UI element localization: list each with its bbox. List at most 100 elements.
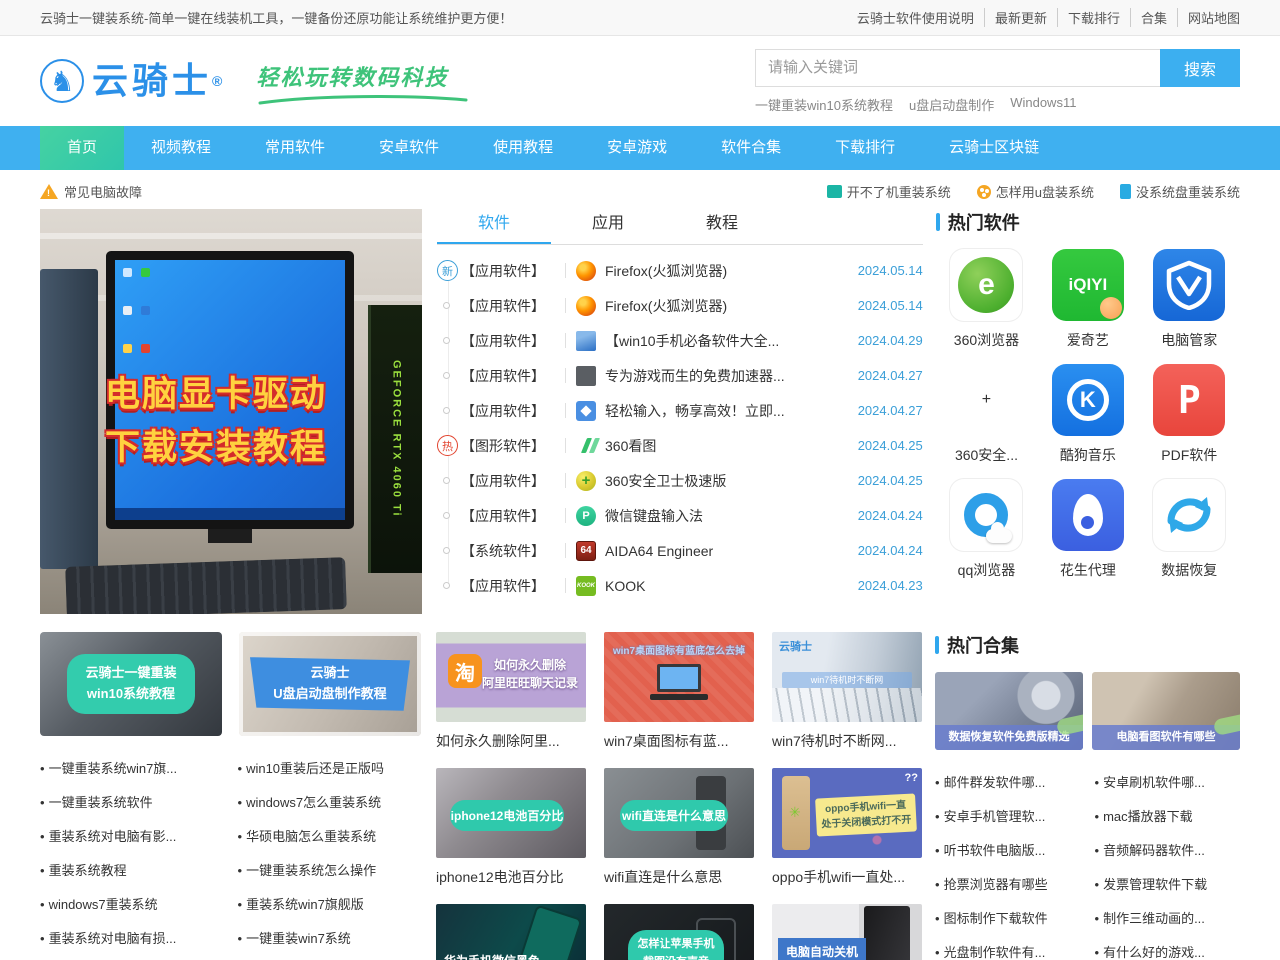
link-item[interactable]: 音频解码器软件... [1095,840,1241,859]
quicklink-cannot-boot[interactable]: 开不了机重装系统 [827,182,951,201]
timeline-dot [443,337,450,344]
video-card-huawei-dark-mode[interactable]: 华为手机微信黑色模式怎么取消 [436,904,586,960]
link-item[interactable]: 重装系统对电脑有损... [40,928,224,947]
nav-item-video-tutorials[interactable]: 视频教程 [124,126,238,170]
link-item[interactable]: windows7重装系统 [40,894,224,913]
topbar-link-rank[interactable]: 下载排行 [1058,8,1131,27]
software-row[interactable]: 【系统软件】 64 AIDA64 Engineer 2024.04.24 [437,533,923,568]
tab-software[interactable]: 软件 [437,209,551,244]
qq-browser-icon [950,479,1022,551]
video-caption: oppo手机wifi一直处... [772,867,922,887]
tab-tutorials[interactable]: 教程 [665,209,779,244]
app-kugou-music[interactable]: K 酷狗音乐 [1037,364,1138,465]
nav-item-android-games[interactable]: 安卓游戏 [580,126,694,170]
video-card-wifi-direct[interactable]: wifi直连是什么意思 wifi直连是什么意思 [604,768,754,904]
hero-video-banner[interactable]: GEFORCE RTX 4060 Ti 电脑显卡驱动 下载安装教程 [40,209,422,614]
link-item[interactable]: mac播放器下载 [1095,806,1241,825]
link-item[interactable]: 重装系统对电脑有影... [40,826,224,845]
software-row[interactable]: 热 【图形软件】 360看图 2024.04.25 [437,428,923,463]
360-browser-icon: e [950,249,1022,321]
app-360-security[interactable]: + 360安全... [936,364,1037,465]
app-iqiyi[interactable]: iQIYI 爱奇艺 [1037,249,1138,350]
nav-item-software-collections[interactable]: 软件合集 [694,126,808,170]
link-item[interactable]: windows7怎么重装系统 [238,792,422,811]
nav-item-android-software[interactable]: 安卓软件 [352,126,466,170]
tutorial-card-win10-reinstall[interactable]: 云骑士一键重装 win10系统教程 [40,632,222,736]
collection-card-image-viewers[interactable]: 电脑看图软件有哪些 [1092,672,1240,750]
hot-keywords: 一键重装win10系统教程 u盘启动盘制作 Windows11 [755,95,1240,114]
software-row[interactable]: 新 【应用软件】 Firefox(火狐浏览器) 2024.05.14 [437,253,923,288]
nav-item-download-rank[interactable]: 下载排行 [808,126,922,170]
software-row[interactable]: 【应用软件】 专为游戏而生的免费加速器... 2024.04.27 [437,358,923,393]
software-row[interactable]: 【应用软件】 P 微信键盘输入法 2024.04.24 [437,498,923,533]
hot-keyword-2[interactable]: u盘启动盘制作 [909,95,994,114]
thumb-overlay-text: 如何永久删除阿里旺旺聊天记录 [482,656,578,692]
quicklink-usb-install[interactable]: 怎样用u盘装系统 [977,182,1094,201]
link-item[interactable]: 一键重装系统软件 [40,792,224,811]
link-item[interactable]: 安卓刷机软件哪... [1095,772,1241,791]
video-card-oppo-wifi[interactable]: ?? oppo手机wifi一直处于关闭模式打不开 oppo手机wifi一直处..… [772,768,922,904]
link-item[interactable]: 一键重装系统怎么操作 [238,860,422,879]
topbar-link-help[interactable]: 云骑士软件使用说明 [847,8,985,27]
app-pdf-software[interactable]: P PDF软件 [1139,364,1240,465]
collection-card-data-recovery[interactable]: 数据恢复软件免费版精选 [935,672,1083,750]
nav-item-blockchain[interactable]: 云骑士区块链 [922,126,1066,170]
video-caption: 如何永久删除阿里... [436,731,586,751]
link-item[interactable]: win10重装后还是正版吗 [238,758,422,777]
common-faults-link[interactable]: ! 常见电脑故障 [40,182,142,201]
search-button[interactable]: 搜索 [1160,49,1240,87]
quicklink-no-system-disk[interactable]: 没系统盘重装系统 [1120,182,1240,201]
game-booster-icon [576,366,596,386]
link-item[interactable]: 华硕电脑怎么重装系统 [238,826,422,845]
brand-watermark: 云骑士 [779,638,812,654]
link-item[interactable]: 听书软件电脑版... [935,840,1081,859]
app-pc-manager[interactable]: 电脑管家 [1139,249,1240,350]
software-row[interactable]: 【应用软件】 轻松输入，畅享高效！立即... 2024.04.27 [437,393,923,428]
firefox-icon [576,296,596,316]
nav-item-home[interactable]: 首页 [40,126,124,170]
taobao-icon: 淘 [448,654,482,688]
site-logo[interactable]: ♞ 云骑士® [40,57,226,105]
shelf-decor [40,233,422,239]
360-security-ball-icon: + [950,364,1022,436]
hot-keyword-1[interactable]: 一键重装win10系统教程 [755,95,893,114]
video-card-iphone-screenshot-sound[interactable]: 怎样让苹果手机截图没有声音 [604,904,754,960]
link-item[interactable]: 制作三维动画的... [1095,908,1241,927]
video-card-pc-auto-shutdown[interactable]: 电脑自动关机是为什么 [772,904,922,960]
app-qq-browser[interactable]: qq浏览器 [936,479,1037,580]
thumb-overlay-text: oppo手机wifi一直处于关闭模式打不开 [815,793,917,836]
link-item[interactable]: 安卓手机管理软... [935,806,1081,825]
subnav: ! 常见电脑故障 开不了机重装系统 怎样用u盘装系统 没系统盘重装系统 [0,182,1280,201]
software-row[interactable]: 【应用软件】 KOOK KOOK 2024.04.23 [437,568,923,603]
link-item[interactable]: 抢票浏览器有哪些 [935,874,1081,893]
topbar-link-sitemap[interactable]: 网站地图 [1178,8,1240,27]
video-card-win7-icons[interactable]: win7桌面图标有蓝底怎么去掉 win7桌面图标有蓝... [604,632,754,768]
app-data-recovery[interactable]: 数据恢复 [1139,479,1240,580]
link-item[interactable]: 邮件群发软件哪... [935,772,1081,791]
link-item[interactable]: 一键重装系统win7旗... [40,758,224,777]
topbar-link-updates[interactable]: 最新更新 [985,8,1058,27]
nav-item-common-software[interactable]: 常用软件 [238,126,352,170]
video-card-iphone12-battery[interactable]: iphone12电池百分比 iphone12电池百分比 [436,768,586,904]
link-item[interactable]: 发票管理软件下载 [1095,874,1241,893]
software-row[interactable]: 【应用软件】 Firefox(火狐浏览器) 2024.05.14 [437,288,923,323]
software-row[interactable]: 【应用软件】 + 360安全卫士极速版 2024.04.25 [437,463,923,498]
software-row[interactable]: 【应用软件】 【win10手机必备软件大全... 2024.04.29 [437,323,923,358]
search-input[interactable] [755,49,1160,87]
360-image-viewer-icon [576,436,596,456]
tutorial-card-usb-boot[interactable]: 云骑士 U盘启动盘制作教程 [239,632,421,736]
link-item[interactable]: 一键重装win7系统 [238,928,422,947]
app-peanut-proxy[interactable]: 花生代理 [1037,479,1138,580]
topbar-link-collections[interactable]: 合集 [1131,8,1178,27]
link-item[interactable]: 有什么好的游戏... [1095,942,1241,960]
link-item[interactable]: 重装系统win7旗舰版 [238,894,422,913]
tab-apps[interactable]: 应用 [551,209,665,244]
nav-item-usage-tutorials[interactable]: 使用教程 [466,126,580,170]
hot-keyword-3[interactable]: Windows11 [1010,95,1076,114]
link-item[interactable]: 重装系统教程 [40,860,224,879]
app-360-browser[interactable]: e 360浏览器 [936,249,1037,350]
link-item[interactable]: 光盘制作软件有... [935,942,1081,960]
video-card-taobao[interactable]: 淘 如何永久删除阿里旺旺聊天记录 如何永久删除阿里... [436,632,586,768]
link-item[interactable]: 图标制作下载软件 [935,908,1081,927]
video-card-win7-standby[interactable]: 云骑士 win7待机时不断网 win7待机时不断网... [772,632,922,768]
